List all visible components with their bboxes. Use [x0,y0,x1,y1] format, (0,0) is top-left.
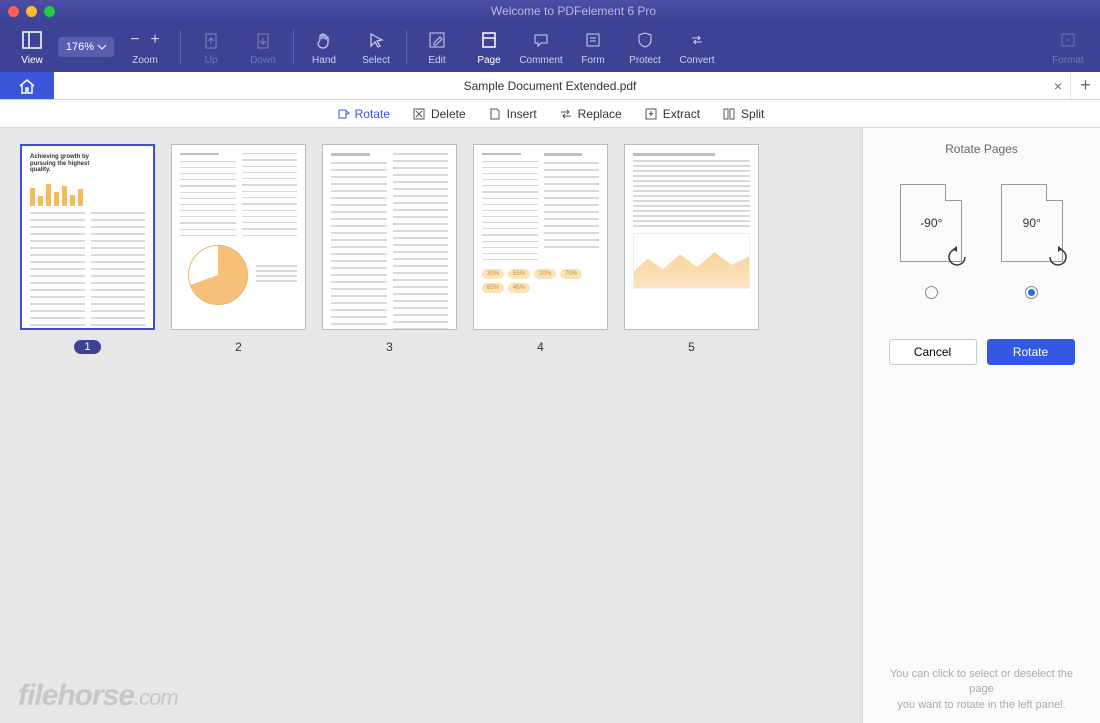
window-maximize-button[interactable] [44,6,55,17]
window-title: Welcome to PDFelement 6 Pro [55,4,1092,18]
down-button[interactable]: Down [237,22,289,72]
rotate-ccw-icon [945,245,969,269]
zoom-in-button[interactable]: + [146,31,164,49]
page-number: 4 [537,340,544,354]
zoom-select[interactable]: 176% [58,37,114,57]
home-tab[interactable] [0,72,54,99]
select-icon [367,29,385,51]
page-number-badge: 1 [74,340,100,354]
thumb-3: 3 [322,144,457,354]
replace-tool[interactable]: Replace [559,107,622,121]
insert-tool[interactable]: Insert [488,107,537,121]
chevron-down-icon [98,44,106,50]
rotate-tool[interactable]: Rotate [336,107,390,121]
select-button[interactable]: Select [350,22,402,72]
titlebar: Welcome to PDFelement 6 Pro [0,0,1100,22]
convert-icon [688,29,706,51]
format-icon [1059,29,1077,51]
page-thumbnail[interactable]: 30%55%20%70%85%45% [473,144,608,330]
extract-tool[interactable]: Extract [644,107,700,121]
rotate-right-radio[interactable] [1025,286,1038,299]
hand-icon [315,29,333,51]
comment-button[interactable]: Comment [515,22,567,72]
page-thumbnail[interactable] [171,144,306,330]
rotate-left-option[interactable]: -90° [900,184,962,299]
rotate-right-option[interactable]: 90° [1001,184,1063,299]
page-down-icon [255,29,271,51]
rotate-icon [336,107,350,121]
view-icon [22,29,42,51]
new-tab-button[interactable]: + [1070,72,1100,99]
extract-icon [644,107,658,121]
cancel-button[interactable]: Cancel [889,339,977,365]
thumb-2: 2 [171,144,306,354]
document-name: Sample Document Extended.pdf [54,79,1046,93]
edit-button[interactable]: Edit [411,22,463,72]
page-icon [480,29,498,51]
hand-button[interactable]: Hand [298,22,350,72]
page-number: 2 [235,340,242,354]
zoom-label-group: − + Zoom [114,22,176,72]
form-icon [584,29,602,51]
main-toolbar: View 176% − + Zoom Up Down Hand [0,22,1100,72]
rotate-cw-icon [1046,245,1070,269]
insert-icon [488,107,502,121]
page-thumbnail[interactable]: Achieving growth by pursuing the highest… [20,144,155,330]
page-thumbnails-area: Achieving growth by pursuing the highest… [0,128,862,723]
protect-icon [636,29,654,51]
split-icon [722,107,736,121]
view-button[interactable]: View [6,22,58,72]
thumb-5: 5 [624,144,759,354]
page-thumbnail[interactable] [624,144,759,330]
document-tab-bar: Sample Document Extended.pdf × + [0,72,1100,100]
split-tool[interactable]: Split [722,107,764,121]
rotate-panel: Rotate Pages -90° 90° Cancel Rotate [862,128,1100,723]
thumb-1: Achieving growth by pursuing the highest… [20,144,155,354]
delete-icon [412,107,426,121]
page-tools-bar: Rotate Delete Insert Replace Extract Spl… [0,100,1100,128]
rotate-button[interactable]: Rotate [987,339,1075,365]
zoom-out-button[interactable]: − [126,31,144,49]
home-icon [18,78,36,94]
tab-close-button[interactable]: × [1046,78,1070,94]
replace-icon [559,107,573,121]
panel-title: Rotate Pages [881,142,1082,156]
up-button[interactable]: Up [185,22,237,72]
window-close-button[interactable] [8,6,19,17]
watermark: filehorse.com [18,679,178,713]
page-number: 5 [688,340,695,354]
rotate-left-radio[interactable] [925,286,938,299]
protect-button[interactable]: Protect [619,22,671,72]
edit-icon [428,29,446,51]
window-minimize-button[interactable] [26,6,37,17]
convert-button[interactable]: Convert [671,22,723,72]
panel-hint: You can click to select or deselect the … [881,667,1082,713]
page-button[interactable]: Page [463,22,515,72]
thumb-4: 30%55%20%70%85%45% 4 [473,144,608,354]
delete-tool[interactable]: Delete [412,107,466,121]
page-number: 3 [386,340,393,354]
page-up-icon [203,29,219,51]
format-button[interactable]: Format [1042,22,1094,72]
form-button[interactable]: Form [567,22,619,72]
page-thumbnail[interactable] [322,144,457,330]
comment-icon [532,29,550,51]
